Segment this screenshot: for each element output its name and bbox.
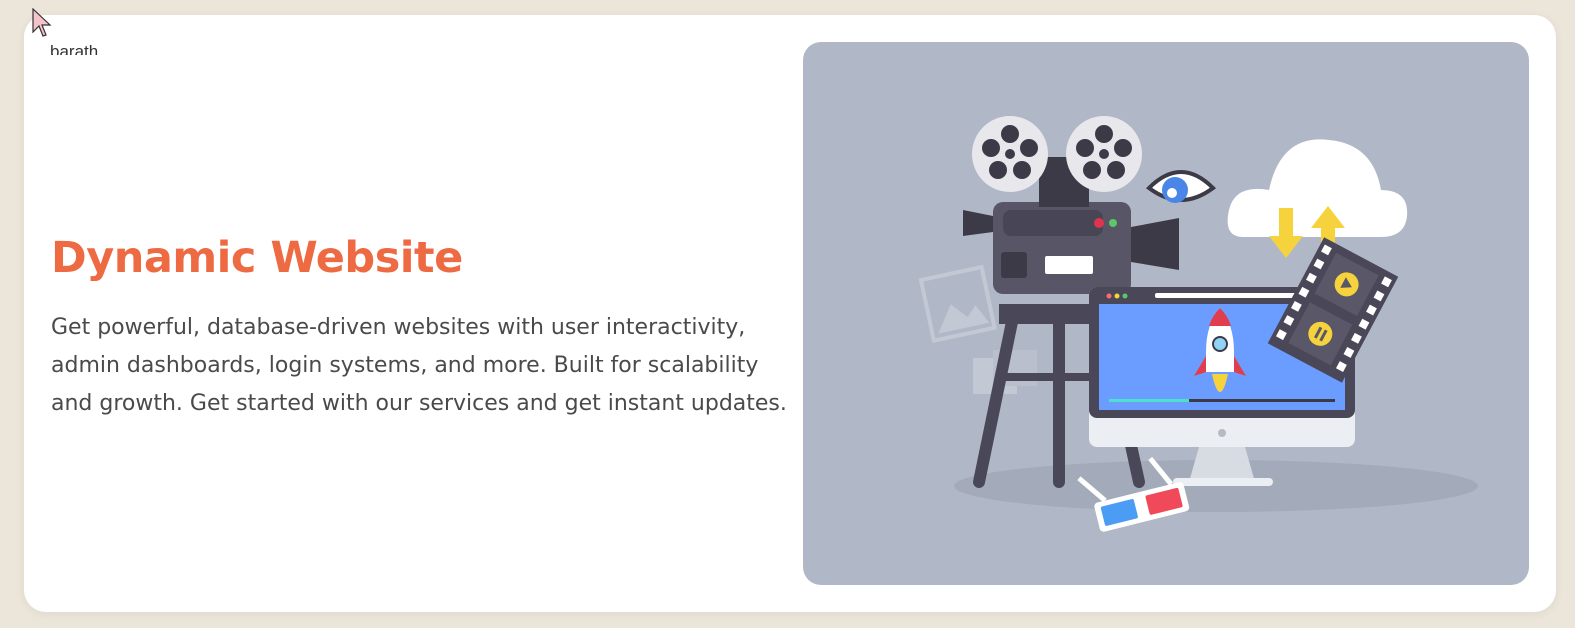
service-description: Get powerful, database-driven websites w… [51,315,787,416]
mouse-cursor-icon [32,8,52,37]
photo-icon [918,264,997,344]
clipped-brand-text: barath [50,42,99,55]
service-illustration [803,42,1529,585]
eye-icon [1145,170,1217,203]
service-title: Dynamic Website [51,233,463,283]
service-card: barath Dynamic Website Get powerful, dat… [24,15,1556,612]
video-production-illustration [918,116,1478,532]
